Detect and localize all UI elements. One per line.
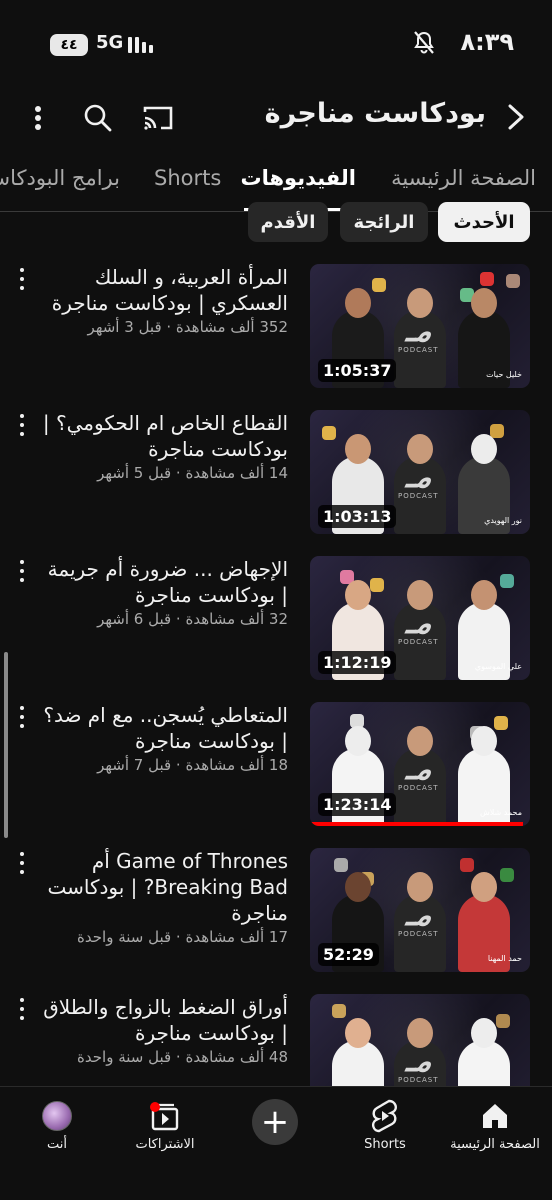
video-title[interactable]: القطاع الخاص ام الحكومي؟ | بودكاست مناجر… [40, 410, 288, 462]
podcast-logo: مـ [403, 898, 437, 933]
video-meta: 14 ألف مشاهدة · قبل 5 أشهر [97, 464, 288, 482]
video-meta: 18 ألف مشاهدة · قبل 7 أشهر [97, 756, 288, 774]
video-meta: 17 ألف مشاهدة · قبل سنة واحدة [77, 928, 288, 946]
podcast-logo: PODCAST [398, 784, 439, 792]
guest-name-tag: محمد شلاش [479, 808, 522, 818]
video-item[interactable]: مـ PODCAST خليل حيات 1:05:37 المرأة العر… [0, 248, 552, 388]
scrollbar[interactable] [4, 652, 8, 838]
sort-chips: الأحدث الرائجة الأقدم [0, 202, 552, 244]
signal-icon [128, 35, 153, 53]
podcast-logo: مـ [403, 606, 437, 641]
video-duration: 1:03:13 [318, 505, 397, 528]
video-item[interactable]: مـ PODCAST محمد شلاش 1:23:14 المتعاطي يُ… [0, 686, 552, 826]
video-title[interactable]: الإجهاض ... ضرورة أم جريمة | بودكاست منا… [40, 556, 288, 608]
avatar [40, 1099, 74, 1133]
guest-name-tag: خليل حيات [486, 370, 522, 380]
more-vertical-icon[interactable] [14, 412, 30, 438]
more-vertical-icon[interactable] [14, 996, 30, 1022]
tab-home[interactable]: الصفحة الرئيسية [391, 166, 536, 190]
clock: ٨:٣٩ [460, 28, 514, 56]
nav-subscriptions[interactable]: الاشتراكات [110, 1099, 220, 1152]
search-icon[interactable] [78, 98, 118, 138]
subscriptions-icon [148, 1099, 182, 1133]
podcast-logo: مـ [403, 314, 437, 349]
nav-home[interactable]: الصفحة الرئيسية [440, 1099, 550, 1152]
guest-name-tag: حمد المهنا [487, 954, 522, 964]
more-vertical-icon[interactable] [14, 704, 30, 730]
podcast-logo: PODCAST [398, 1076, 439, 1084]
chip-popular[interactable]: الرائجة [340, 202, 428, 242]
watch-progress-bar [310, 822, 524, 826]
more-vertical-icon[interactable] [18, 98, 58, 138]
battery-indicator: ٤٤ [50, 34, 88, 56]
podcast-logo: PODCAST [398, 930, 439, 938]
bottom-navigation: الصفحة الرئيسية Shorts + الاشتراكات أنت [0, 1086, 552, 1200]
podcast-logo: PODCAST [398, 346, 439, 354]
home-icon [478, 1099, 512, 1133]
nav-shorts[interactable]: Shorts [330, 1099, 440, 1152]
mute-bell-icon [414, 31, 434, 54]
video-thumbnail[interactable]: مـ PODCAST حمد المهنا 52:29 [310, 848, 530, 972]
chip-latest[interactable]: الأحدث [438, 202, 530, 242]
channel-title: بودكاست مناجرة [264, 98, 486, 129]
network-type: 5G [96, 32, 124, 53]
video-item[interactable]: مـ PODCAST علي الموسوي 1:12:19 الإجهاض .… [0, 540, 552, 680]
video-duration: 1:23:14 [318, 793, 397, 816]
video-item[interactable]: مـ PODCAST حمد المهنا 52:29 Game of Thro… [0, 832, 552, 972]
guest-name-tag: نور الهويدي [484, 516, 522, 526]
nav-subscriptions-label: الاشتراكات [135, 1137, 195, 1152]
more-vertical-icon[interactable] [14, 558, 30, 584]
nav-shorts-label: Shorts [364, 1137, 406, 1152]
video-thumbnail[interactable]: مـ PODCAST خليل حيات 1:05:37 [310, 264, 530, 388]
guest-name-tag: علي الموسوي [474, 662, 522, 672]
video-thumbnail[interactable]: مـ PODCAST علي الموسوي 1:12:19 [310, 556, 530, 680]
video-title[interactable]: أوراق الضغط بالزواج والطلاق | بودكاست من… [40, 994, 288, 1046]
chip-oldest[interactable]: الأقدم [248, 202, 328, 242]
podcast-logo: PODCAST [398, 638, 439, 646]
shorts-icon [368, 1099, 402, 1133]
back-arrow-icon[interactable] [500, 100, 530, 134]
nav-you-label: أنت [47, 1137, 67, 1152]
video-thumbnail[interactable]: مـ PODCAST محمد شلاش 1:23:14 [310, 702, 530, 826]
cast-icon[interactable] [138, 98, 178, 138]
video-meta: 32 ألف مشاهدة · قبل 6 أشهر [97, 610, 288, 628]
video-duration: 52:29 [318, 943, 379, 966]
podcast-logo: مـ [403, 1044, 437, 1079]
video-title[interactable]: المتعاطي يُسجن.. مع ام ضد؟ | بودكاست منا… [40, 702, 288, 754]
channel-header: بودكاست مناجرة [0, 90, 552, 146]
video-title[interactable]: Game of Thrones أم Breaking Bad? | بودكا… [40, 848, 289, 926]
video-meta: 352 ألف مشاهدة · قبل 3 أشهر [87, 318, 288, 336]
more-vertical-icon[interactable] [14, 850, 30, 876]
video-thumbnail[interactable]: مـ PODCAST نور الهويدي 1:03:13 [310, 410, 530, 534]
status-bar: ٤٤ 5G ٨:٣٩ [0, 0, 552, 88]
podcast-logo: مـ [403, 460, 437, 495]
more-vertical-icon[interactable] [14, 266, 30, 292]
podcast-logo: مـ [403, 752, 437, 787]
podcast-logo: PODCAST [398, 492, 439, 500]
video-item[interactable]: مـ PODCAST نور الهويدي 1:03:13 القطاع ال… [0, 394, 552, 534]
video-meta: 48 ألف مشاهدة · قبل سنة واحدة [77, 1048, 288, 1066]
tab-shorts[interactable]: Shorts [154, 166, 221, 190]
nav-home-label: الصفحة الرئيسية [450, 1137, 540, 1152]
video-title[interactable]: المرأة العربية، و السلك العسكري | بودكاس… [40, 264, 288, 316]
tab-podcasts[interactable]: برامج البودكاست [0, 166, 120, 190]
nav-you[interactable]: أنت [2, 1099, 112, 1152]
tab-videos[interactable]: الفيديوهات [241, 166, 357, 190]
video-duration: 1:12:19 [318, 651, 397, 674]
plus-icon[interactable]: + [252, 1099, 298, 1145]
video-duration: 1:05:37 [318, 359, 397, 382]
